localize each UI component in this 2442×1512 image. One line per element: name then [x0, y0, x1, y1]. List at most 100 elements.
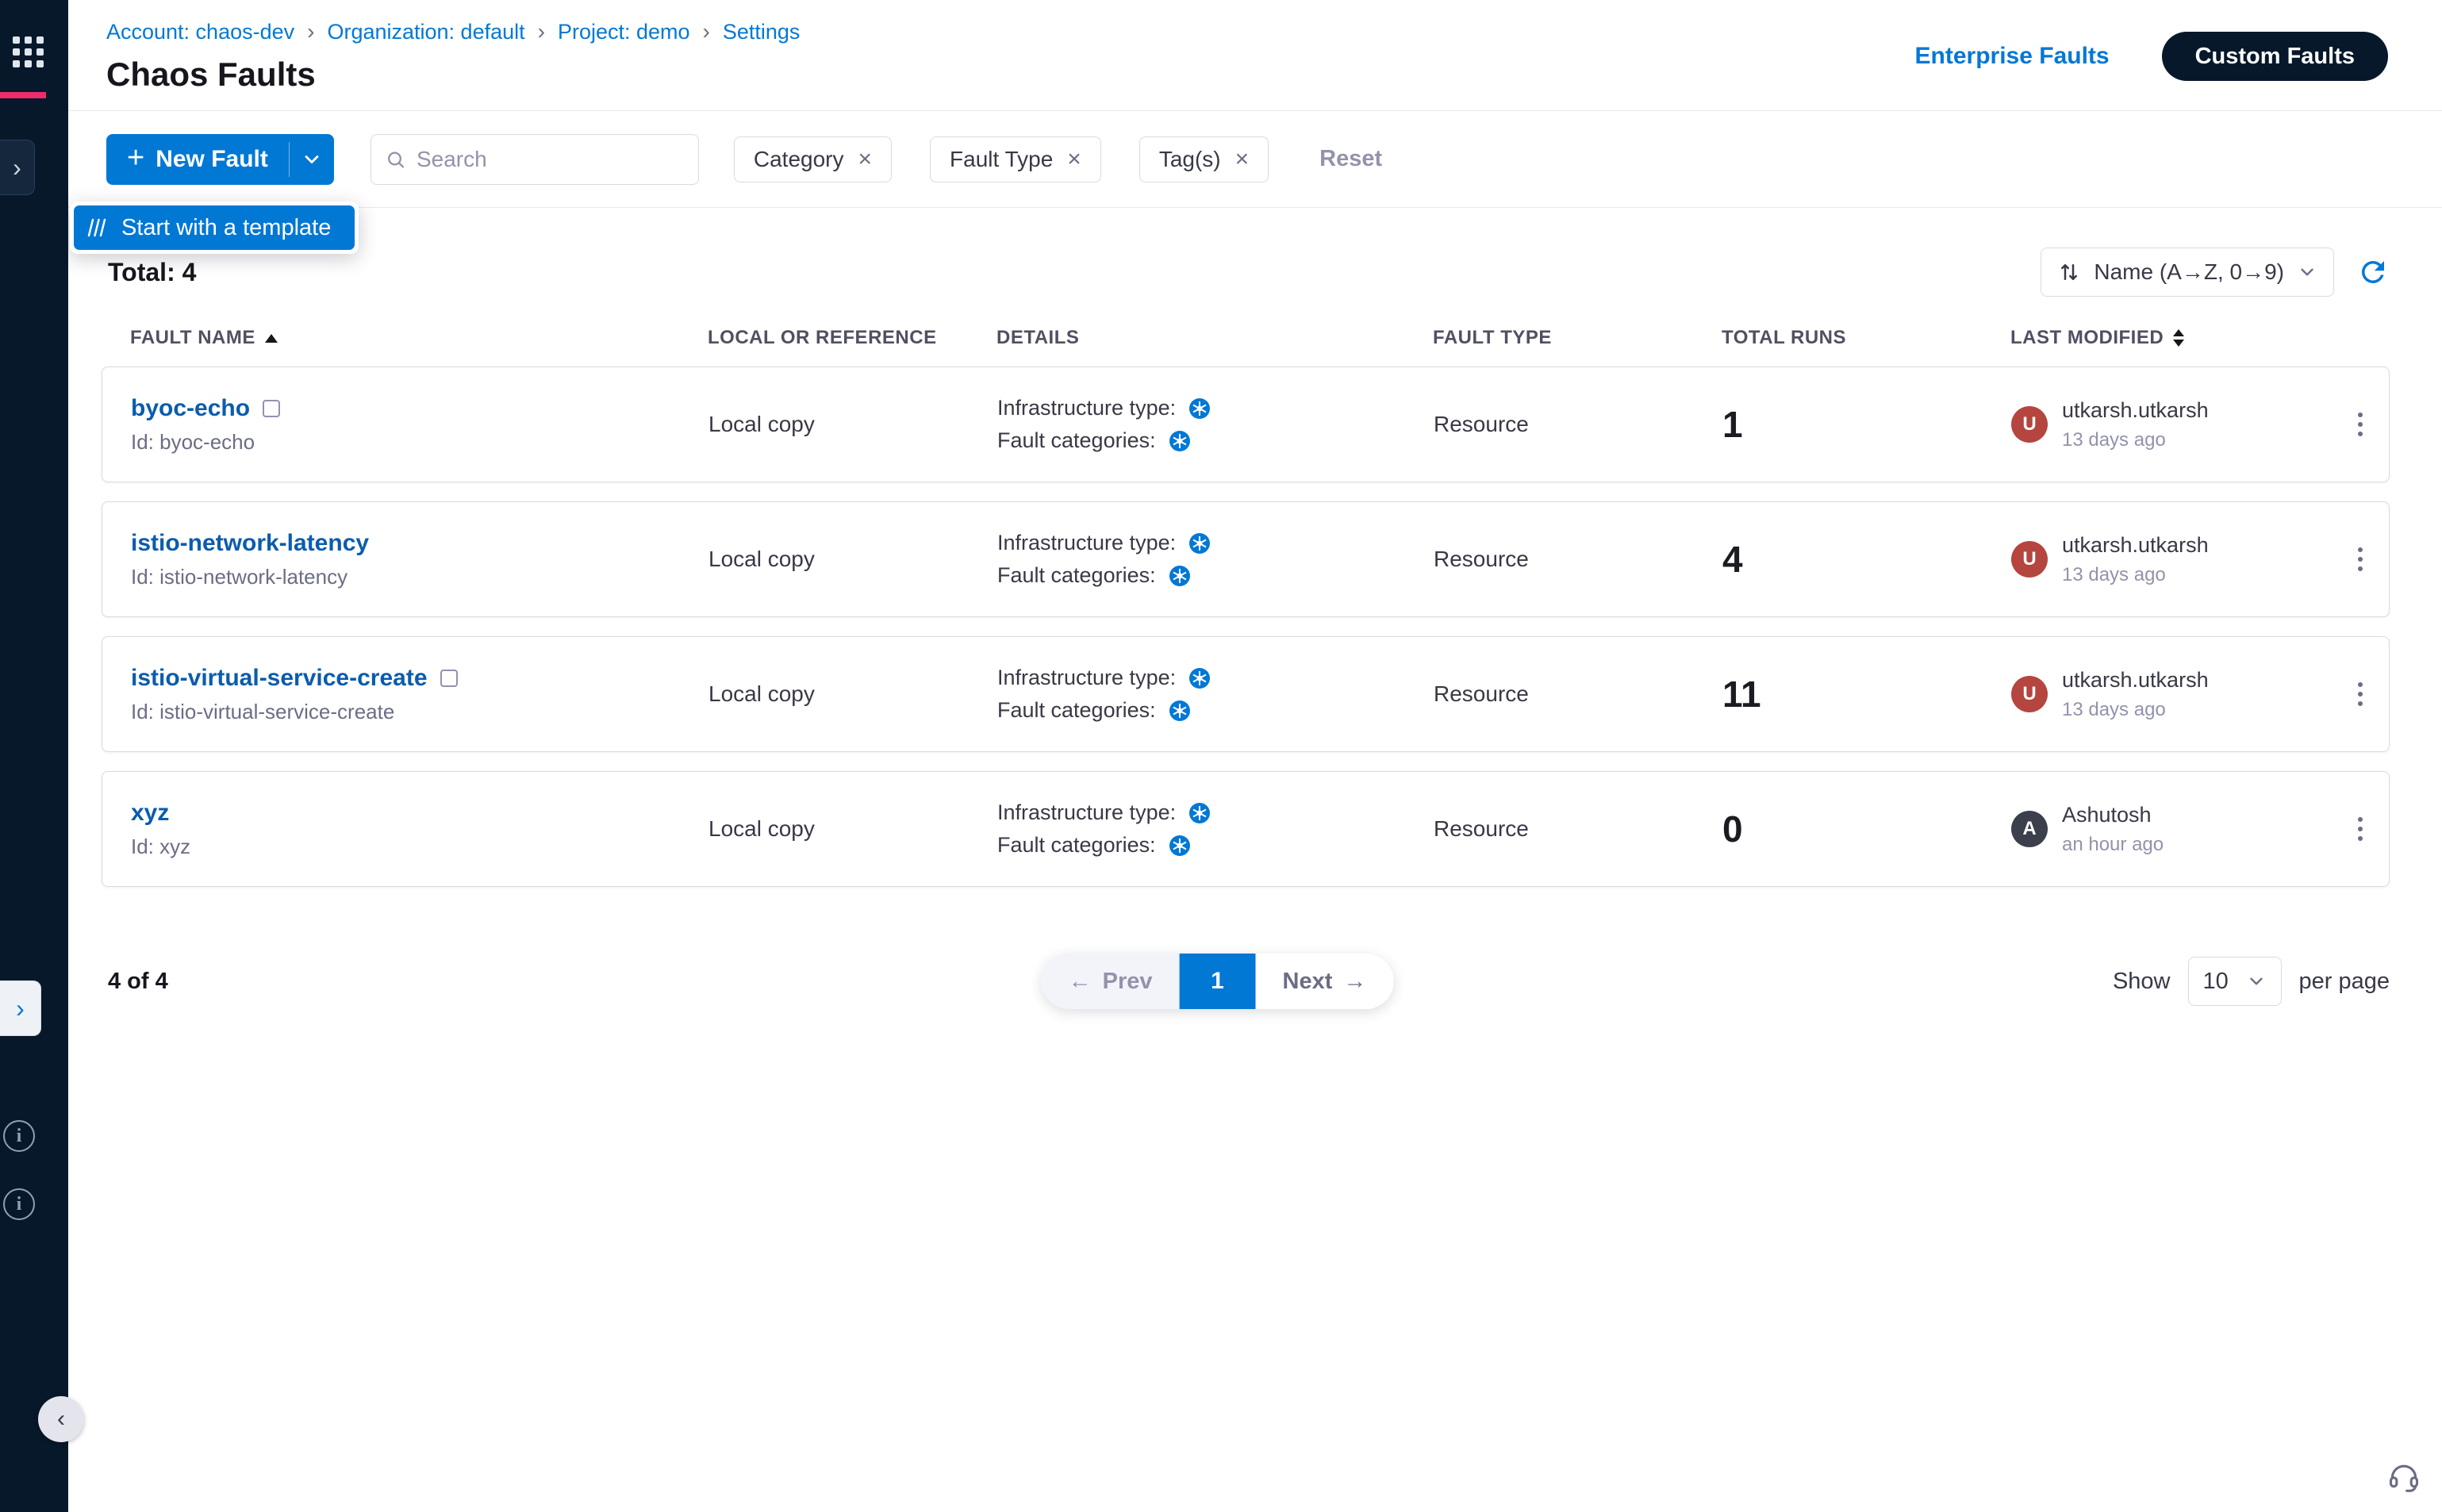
modified-time: an hour ago	[2062, 834, 2164, 856]
avatar: U	[2011, 676, 2048, 712]
row-menu-button[interactable]	[2350, 539, 2371, 579]
fault-id: Id: istio-virtual-service-create	[131, 700, 708, 724]
support-button[interactable]	[2386, 1459, 2421, 1498]
page-header: Account: chaos-dev › Organization: defau…	[68, 0, 2442, 111]
next-page-button[interactable]: Next →	[1256, 954, 1394, 1009]
infrastructure-type-label: Infrastructure type:	[997, 666, 1176, 690]
modified-by-user: utkarsh.utkarsh	[2062, 533, 2209, 558]
avatar: U	[2011, 541, 2048, 578]
sidebar-expand-bottom-button[interactable]: ›	[0, 980, 41, 1036]
new-fault-button[interactable]: + New Fault	[106, 134, 289, 185]
table-row: byoc-echo Id: byoc-echo Local copy Infra…	[102, 366, 2390, 482]
app-sidebar: › › i i	[0, 0, 68, 1512]
column-header-local-or-reference: LOCAL OR REFERENCE	[708, 327, 996, 349]
local-or-reference-value: Local copy	[708, 547, 997, 572]
chip-tags[interactable]: Tag(s) ×	[1139, 136, 1269, 182]
breadcrumb-separator-icon: ›	[538, 19, 545, 44]
modified-time: 13 days ago	[2062, 564, 2209, 586]
column-label: DETAILS	[996, 327, 1079, 349]
breadcrumb-account[interactable]: Account: chaos-dev	[106, 20, 294, 44]
fault-name-link[interactable]: xyz	[131, 800, 169, 827]
arrow-right-icon: →	[1343, 969, 1366, 995]
module-switcher-icon[interactable]	[13, 36, 44, 67]
infrastructure-type-label: Infrastructure type:	[997, 800, 1176, 825]
breadcrumb-separator-icon: ›	[703, 19, 710, 44]
next-label: Next	[1283, 969, 1333, 995]
per-page-value: 10	[2203, 969, 2229, 995]
arrow-left-icon: ←	[1069, 969, 1092, 995]
reset-filters-button[interactable]: Reset	[1319, 146, 1382, 172]
local-or-reference-value: Local copy	[708, 412, 997, 437]
filter-chips: Category × Fault Type × Tag(s) ×	[734, 136, 1269, 182]
fault-id: Id: xyz	[131, 835, 708, 859]
new-fault-dropdown-button[interactable]	[290, 134, 334, 185]
last-modified-cell: U utkarsh.utkarsh 13 days ago	[2011, 398, 2332, 451]
sort-ascending-icon	[265, 334, 278, 343]
pagination: 4 of 4 ← Prev 1 Next → Show 10 per page	[102, 957, 2390, 1006]
pager: ← Prev 1 Next →	[1042, 954, 1394, 1009]
fault-badge-icon	[263, 400, 280, 417]
info-glyph: i	[17, 1126, 22, 1147]
per-page-select[interactable]: 10	[2188, 957, 2282, 1006]
column-label: FAULT NAME	[130, 327, 255, 349]
fault-name-cell: istio-network-latency Id: istio-network-…	[131, 530, 708, 589]
column-label: FAULT TYPE	[1433, 327, 1552, 349]
details-cell: Infrastructure type: Fault categories:	[997, 666, 1434, 723]
breadcrumb-project[interactable]: Project: demo	[558, 20, 690, 44]
enterprise-faults-link[interactable]: Enterprise Faults	[1915, 43, 2110, 70]
sort-dropdown[interactable]: Name (A→Z, 0→9)	[2041, 248, 2334, 297]
row-menu-button[interactable]	[2350, 405, 2371, 444]
summary-row: Total: 4 Name (A→Z, 0→9)	[102, 248, 2390, 297]
avatar: A	[2011, 811, 2048, 847]
fault-type-value: Resource	[1434, 816, 1722, 842]
chevron-down-icon	[301, 148, 323, 171]
chip-category[interactable]: Category ×	[734, 136, 892, 182]
current-page-button[interactable]: 1	[1180, 954, 1256, 1009]
chip-fault-type[interactable]: Fault Type ×	[930, 136, 1101, 182]
column-header-last-modified[interactable]: LAST MODIFIED	[2010, 327, 2333, 349]
fault-type-value: Resource	[1434, 681, 1722, 707]
fault-category-icon	[1169, 565, 1191, 587]
modified-by-user: utkarsh.utkarsh	[2062, 668, 2209, 693]
help-icon[interactable]: i	[3, 1188, 35, 1220]
table-row: xyz Id: xyz Local copy Infrastructure ty…	[102, 771, 2390, 887]
search-input[interactable]	[417, 147, 684, 172]
sidebar-expand-button[interactable]: ›	[0, 140, 35, 195]
table-row: istio-network-latency Id: istio-network-…	[102, 501, 2390, 617]
sidebar-collapse-handle[interactable]: ‹	[38, 1396, 84, 1442]
row-menu-button[interactable]	[2350, 809, 2371, 849]
info-icon[interactable]: i	[3, 1120, 35, 1152]
row-menu-button[interactable]	[2350, 674, 2371, 714]
per-page-suffix: per page	[2299, 969, 2390, 995]
modified-by-user: utkarsh.utkarsh	[2062, 398, 2209, 423]
module-accent-bar	[0, 92, 46, 98]
plus-icon: +	[127, 143, 144, 173]
column-header-total-runs: TOTAL RUNS	[1722, 327, 2010, 349]
fault-name-cell: istio-virtual-service-create Id: istio-v…	[131, 665, 708, 724]
sort-label: Name (A→Z, 0→9)	[2094, 259, 2284, 285]
new-fault-label: New Fault	[156, 146, 268, 173]
fault-name-link[interactable]: istio-virtual-service-create	[131, 665, 428, 692]
fault-categories-label: Fault categories:	[997, 563, 1156, 588]
start-with-template-menu-item[interactable]: Start with a template	[74, 205, 355, 250]
kubernetes-icon	[1188, 532, 1211, 555]
prev-page-button[interactable]: ← Prev	[1042, 954, 1180, 1009]
fault-name-link[interactable]: byoc-echo	[131, 395, 250, 422]
column-header-fault-name[interactable]: FAULT NAME	[130, 327, 708, 349]
close-icon[interactable]: ×	[1235, 148, 1250, 171]
fault-badge-icon	[440, 670, 458, 687]
details-cell: Infrastructure type: Fault categories:	[997, 800, 1434, 858]
close-icon[interactable]: ×	[858, 148, 873, 171]
chip-category-label: Category	[754, 147, 844, 172]
fault-category-icon	[1169, 700, 1191, 722]
fault-categories-label: Fault categories:	[997, 698, 1156, 723]
breadcrumb-settings[interactable]: Settings	[723, 20, 801, 44]
fault-name-link[interactable]: istio-network-latency	[131, 530, 369, 557]
details-cell: Infrastructure type: Fault categories:	[997, 396, 1434, 453]
refresh-button[interactable]	[2356, 255, 2390, 289]
total-runs-value: 11	[1722, 673, 2011, 716]
close-icon[interactable]: ×	[1067, 148, 1081, 171]
last-modified-cell: U utkarsh.utkarsh 13 days ago	[2011, 533, 2332, 586]
custom-faults-button[interactable]: Custom Faults	[2162, 32, 2388, 81]
breadcrumb-organization[interactable]: Organization: default	[327, 20, 524, 44]
